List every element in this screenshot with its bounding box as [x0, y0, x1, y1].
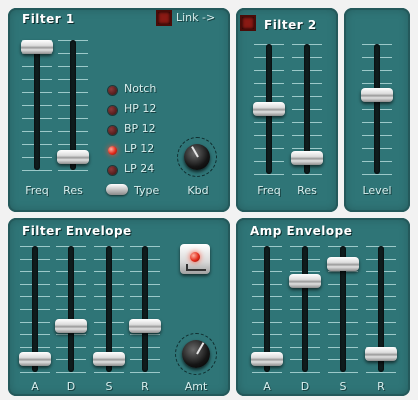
filter2-freq-label: Freq	[257, 184, 281, 197]
amp-env-attack-label: A	[263, 380, 271, 393]
filter-env-attack-label: A	[31, 380, 39, 393]
mode-label-lp24: LP 24	[124, 162, 155, 175]
kbd-label: Kbd	[187, 184, 209, 197]
filter-type-button[interactable]	[106, 184, 128, 195]
amp-env-release-fader[interactable]	[365, 246, 397, 373]
amp-env-decay-fader[interactable]	[289, 246, 321, 373]
filter1-res-label: Res	[63, 184, 83, 197]
mode-led-notch[interactable]	[108, 86, 117, 95]
level-label: Level	[362, 184, 392, 197]
filter-env-sustain-fader[interactable]	[93, 246, 125, 373]
fader-tick	[252, 372, 282, 373]
fader-tick	[94, 372, 124, 373]
filter1-freq-label: Freq	[25, 184, 49, 197]
filter2-res-fader[interactable]	[291, 44, 323, 175]
fader-handle[interactable]	[21, 40, 53, 54]
fader-slot	[68, 246, 74, 372]
fader-tick	[22, 170, 52, 171]
fader-tick	[254, 174, 284, 175]
fader-tick	[366, 372, 396, 373]
amp-env-sustain-label: S	[339, 380, 347, 393]
mode-label-lp12: LP 12	[124, 142, 155, 155]
filter-env-sustain-label: S	[105, 380, 113, 393]
fader-handle[interactable]	[253, 102, 285, 116]
filter1-freq-fader[interactable]	[21, 40, 53, 171]
filter-env-release-fader[interactable]	[129, 246, 161, 373]
filter-env-decay-label: D	[66, 380, 76, 393]
fader-handle[interactable]	[289, 274, 321, 288]
mode-label-hp12: HP 12	[124, 102, 157, 115]
filter2-panel	[236, 8, 338, 212]
filter-env-decay-fader[interactable]	[55, 246, 87, 373]
fader-tick	[328, 372, 358, 373]
fader-handle[interactable]	[93, 352, 125, 367]
fader-handle[interactable]	[251, 352, 283, 367]
envelope-invert-button[interactable]	[180, 244, 210, 274]
mode-led-lp12[interactable]	[108, 146, 117, 155]
link-button[interactable]	[156, 10, 172, 26]
filter-env-amount-knob[interactable]	[175, 333, 217, 375]
invert-led	[190, 252, 200, 262]
filter-envelope-title: Filter Envelope	[22, 224, 132, 238]
invert-icon	[186, 264, 206, 271]
fader-tick	[56, 372, 86, 373]
fader-handle[interactable]	[55, 318, 87, 333]
mode-led-bp12[interactable]	[108, 126, 117, 135]
mode-label-bp12: BP 12	[124, 122, 156, 135]
fader-tick	[290, 372, 320, 373]
fader-handle[interactable]	[361, 88, 393, 103]
fader-slot	[374, 44, 380, 174]
fader-tick	[292, 174, 322, 175]
fader-tick	[58, 170, 88, 171]
filter-type-label: Type	[134, 184, 160, 197]
fader-tick	[130, 372, 160, 373]
mode-led-lp24[interactable]	[108, 166, 117, 175]
filter1-title: Filter 1	[22, 12, 75, 26]
link-label: Link ->	[176, 11, 216, 24]
filter2-title: Filter 2	[264, 18, 317, 32]
fader-tick	[362, 174, 392, 175]
fader-handle[interactable]	[129, 318, 161, 333]
mode-label-notch: Notch	[124, 82, 157, 95]
fader-tick	[20, 372, 50, 373]
amp-env-decay-label: D	[300, 380, 310, 393]
amount-label: Amt	[184, 380, 208, 393]
fader-handle[interactable]	[19, 352, 51, 367]
amp-env-release-label: R	[377, 380, 385, 393]
fader-slot	[34, 40, 40, 170]
fader-handle[interactable]	[57, 150, 89, 165]
fader-handle[interactable]	[365, 346, 397, 361]
mode-led-hp12[interactable]	[108, 106, 117, 115]
amp-env-sustain-fader[interactable]	[327, 246, 359, 373]
fader-slot	[302, 246, 308, 372]
level-fader[interactable]	[361, 44, 393, 175]
filter2-res-label: Res	[297, 184, 317, 197]
filter2-freq-fader[interactable]	[253, 44, 285, 175]
kbd-track-knob[interactable]	[177, 137, 217, 177]
filter1-res-fader[interactable]	[57, 40, 89, 171]
fader-handle[interactable]	[291, 150, 323, 165]
fader-slot	[142, 246, 148, 372]
filter-env-attack-fader[interactable]	[19, 246, 51, 373]
amount-knob-scale	[175, 333, 217, 375]
filter-env-release-label: R	[141, 380, 149, 393]
filter2-enable-button[interactable]	[240, 15, 256, 31]
fader-handle[interactable]	[327, 257, 359, 272]
amp-env-attack-fader[interactable]	[251, 246, 283, 373]
amp-envelope-title: Amp Envelope	[250, 224, 353, 238]
